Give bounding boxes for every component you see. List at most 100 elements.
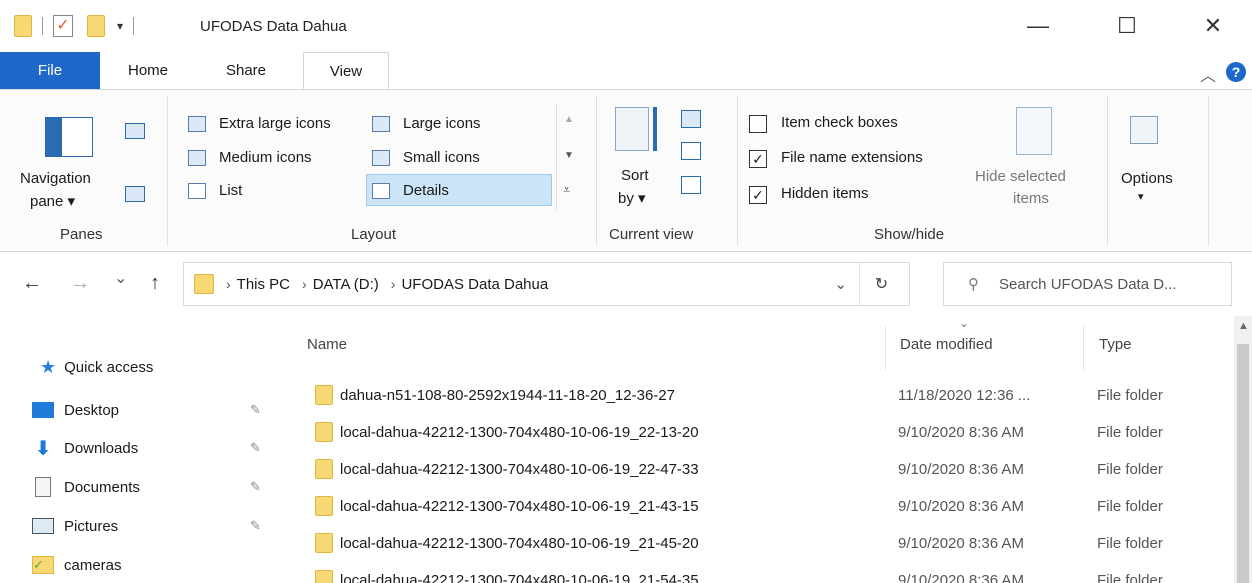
sort-by-label-2[interactable]: by ▾ — [618, 189, 646, 207]
breadcrumb-current-folder[interactable]: UFODAS Data Dahua — [401, 276, 548, 293]
hidden-items-checkbox[interactable]: ✓ — [749, 186, 767, 204]
size-columns-icon[interactable] — [681, 176, 701, 194]
maximize-button[interactable]: ☐ — [1104, 8, 1150, 44]
column-header-date-modified[interactable]: Date modified — [900, 336, 993, 353]
file-type: File folder — [1097, 534, 1163, 552]
hide-selected-label[interactable]: Hide selected — [975, 168, 1066, 185]
column-divider[interactable] — [1083, 326, 1084, 370]
up-button[interactable]: ↑ — [150, 272, 160, 295]
scroll-up-icon[interactable]: ▲ — [564, 114, 574, 125]
layout-extra-large[interactable]: Extra large icons — [219, 115, 331, 132]
sort-indicator-icon: ⌄ — [959, 316, 970, 330]
nav-downloads[interactable]: ⬇ Downloads — [32, 433, 139, 463]
hide-selected-label-2[interactable]: items — [1013, 190, 1049, 207]
nav-pictures[interactable]: Pictures — [32, 511, 118, 541]
sort-by-label[interactable]: Sort — [621, 167, 649, 184]
nav-documents[interactable]: Documents — [32, 472, 140, 502]
breadcrumb-separator[interactable]: › — [302, 276, 307, 292]
help-icon[interactable]: ? — [1226, 62, 1246, 82]
refresh-button[interactable]: ↻ — [859, 263, 903, 305]
layout-details[interactable]: Details — [403, 182, 449, 199]
navigation-pane: ★ Quick access Desktop ✎ ⬇ Downloads ✎ D… — [0, 316, 287, 583]
layout-small[interactable]: Small icons — [403, 149, 480, 166]
search-box[interactable]: ⚲ Search UFODAS Data D... — [943, 262, 1232, 306]
options-button[interactable]: Options — [1121, 170, 1173, 187]
hidden-items-label[interactable]: Hidden items — [781, 185, 869, 202]
layout-details-selected[interactable] — [366, 174, 552, 206]
recent-locations-button[interactable]: ⌄ — [114, 268, 127, 288]
file-date: 11/18/2020 12:36 ... — [898, 386, 1031, 404]
breadcrumb-data-d[interactable]: DATA (D:) — [313, 276, 379, 293]
layout-scroll[interactable]: ▲ ▼ ⩡ — [556, 104, 578, 210]
collapse-ribbon-icon[interactable]: ︿ — [1200, 62, 1216, 86]
expand-gallery-icon[interactable]: ⩡ — [563, 182, 570, 198]
column-header-type[interactable]: Type — [1099, 336, 1132, 353]
medium-icons-icon — [188, 150, 206, 166]
pin-icon[interactable]: ✎ — [250, 402, 261, 418]
layout-list[interactable]: List — [219, 182, 242, 199]
customize-toolbar-icon[interactable]: ▾ — [117, 19, 123, 33]
breadcrumb-this-pc[interactable]: This PC — [237, 276, 290, 293]
options-dropdown-icon[interactable]: ▾ — [1138, 190, 1144, 203]
tab-home[interactable]: Home — [112, 52, 184, 89]
downloads-icon: ⬇ — [34, 437, 52, 460]
pin-icon[interactable]: ✎ — [250, 479, 261, 495]
file-name-extensions-label[interactable]: File name extensions — [781, 149, 923, 166]
address-bar[interactable]: › This PC › DATA (D:) › UFODAS Data Dahu… — [183, 262, 910, 306]
scrollbar-thumb[interactable] — [1237, 344, 1249, 583]
table-row[interactable]: local-dahua-42212-1300-704x480-10-06-19_… — [307, 451, 1217, 487]
layout-large[interactable]: Large icons — [403, 115, 481, 132]
group-divider — [1107, 96, 1108, 246]
details-pane-icon[interactable] — [125, 186, 145, 202]
tab-view[interactable]: View — [303, 52, 389, 89]
table-row[interactable]: local-dahua-42212-1300-704x480-10-06-19_… — [307, 525, 1217, 561]
properties-icon[interactable]: ✓ — [53, 15, 73, 37]
file-date: 9/10/2020 8:36 AM — [898, 460, 1024, 478]
nav-desktop[interactable]: Desktop — [32, 395, 119, 425]
nav-quick-access[interactable]: ★ Quick access — [40, 352, 153, 382]
file-name-extensions-checkbox[interactable]: ✓ — [749, 150, 767, 168]
ribbon-view: Navigation pane ▾ Panes Extra large icon… — [0, 89, 1252, 252]
close-button[interactable]: ✕ — [1190, 8, 1236, 44]
pin-icon[interactable]: ✎ — [250, 518, 261, 534]
folder-icon — [315, 385, 333, 405]
file-type: File folder — [1097, 386, 1163, 404]
large-icons-icon — [372, 116, 390, 132]
breadcrumb-separator[interactable]: › — [391, 276, 396, 292]
vertical-scrollbar[interactable]: ▲ — [1234, 316, 1252, 583]
address-dropdown-icon[interactable]: ⌄ — [834, 275, 847, 293]
file-type: File folder — [1097, 423, 1163, 441]
forward-button[interactable]: → — [70, 272, 90, 295]
table-row[interactable]: local-dahua-42212-1300-704x480-10-06-19_… — [307, 414, 1217, 450]
tab-share[interactable]: Share — [208, 52, 284, 89]
folder-icon — [315, 570, 333, 583]
documents-icon — [35, 477, 51, 497]
nav-cameras[interactable]: ✓ cameras — [32, 550, 122, 580]
table-row[interactable]: local-dahua-42212-1300-704x480-10-06-19_… — [307, 488, 1217, 524]
scroll-up-icon[interactable]: ▲ — [1238, 320, 1249, 332]
tab-file[interactable]: File — [0, 52, 100, 89]
search-input[interactable]: Search UFODAS Data D... — [999, 276, 1177, 293]
layout-medium[interactable]: Medium icons — [219, 149, 312, 166]
pin-icon[interactable]: ✎ — [250, 440, 261, 456]
file-type: File folder — [1097, 497, 1163, 515]
item-check-boxes-checkbox[interactable] — [749, 115, 767, 133]
group-by-icon[interactable] — [681, 110, 701, 128]
item-check-boxes-label[interactable]: Item check boxes — [781, 114, 898, 131]
folder-icon — [315, 459, 333, 479]
file-name: local-dahua-42212-1300-704x480-10-06-19_… — [340, 534, 699, 552]
add-columns-icon[interactable] — [681, 142, 701, 160]
title-bar: ✓ ▾ UFODAS Data Dahua — ☐ ✕ — [0, 0, 1252, 52]
column-header-name[interactable]: Name — [307, 336, 347, 353]
table-row[interactable]: local-dahua-42212-1300-704x480-10-06-19_… — [307, 562, 1217, 583]
group-divider — [167, 96, 168, 246]
desktop-icon — [32, 402, 54, 418]
new-folder-icon[interactable] — [87, 15, 105, 37]
column-divider[interactable] — [885, 326, 886, 370]
back-button[interactable]: ← — [22, 272, 42, 295]
breadcrumb-separator[interactable]: › — [226, 276, 231, 292]
scroll-down-icon[interactable]: ▼ — [564, 150, 574, 161]
preview-pane-icon[interactable] — [125, 123, 145, 139]
table-row[interactable]: dahua-n51-108-80-2592x1944-11-18-20_12-3… — [307, 377, 1217, 413]
minimize-button[interactable]: — — [1015, 8, 1061, 44]
